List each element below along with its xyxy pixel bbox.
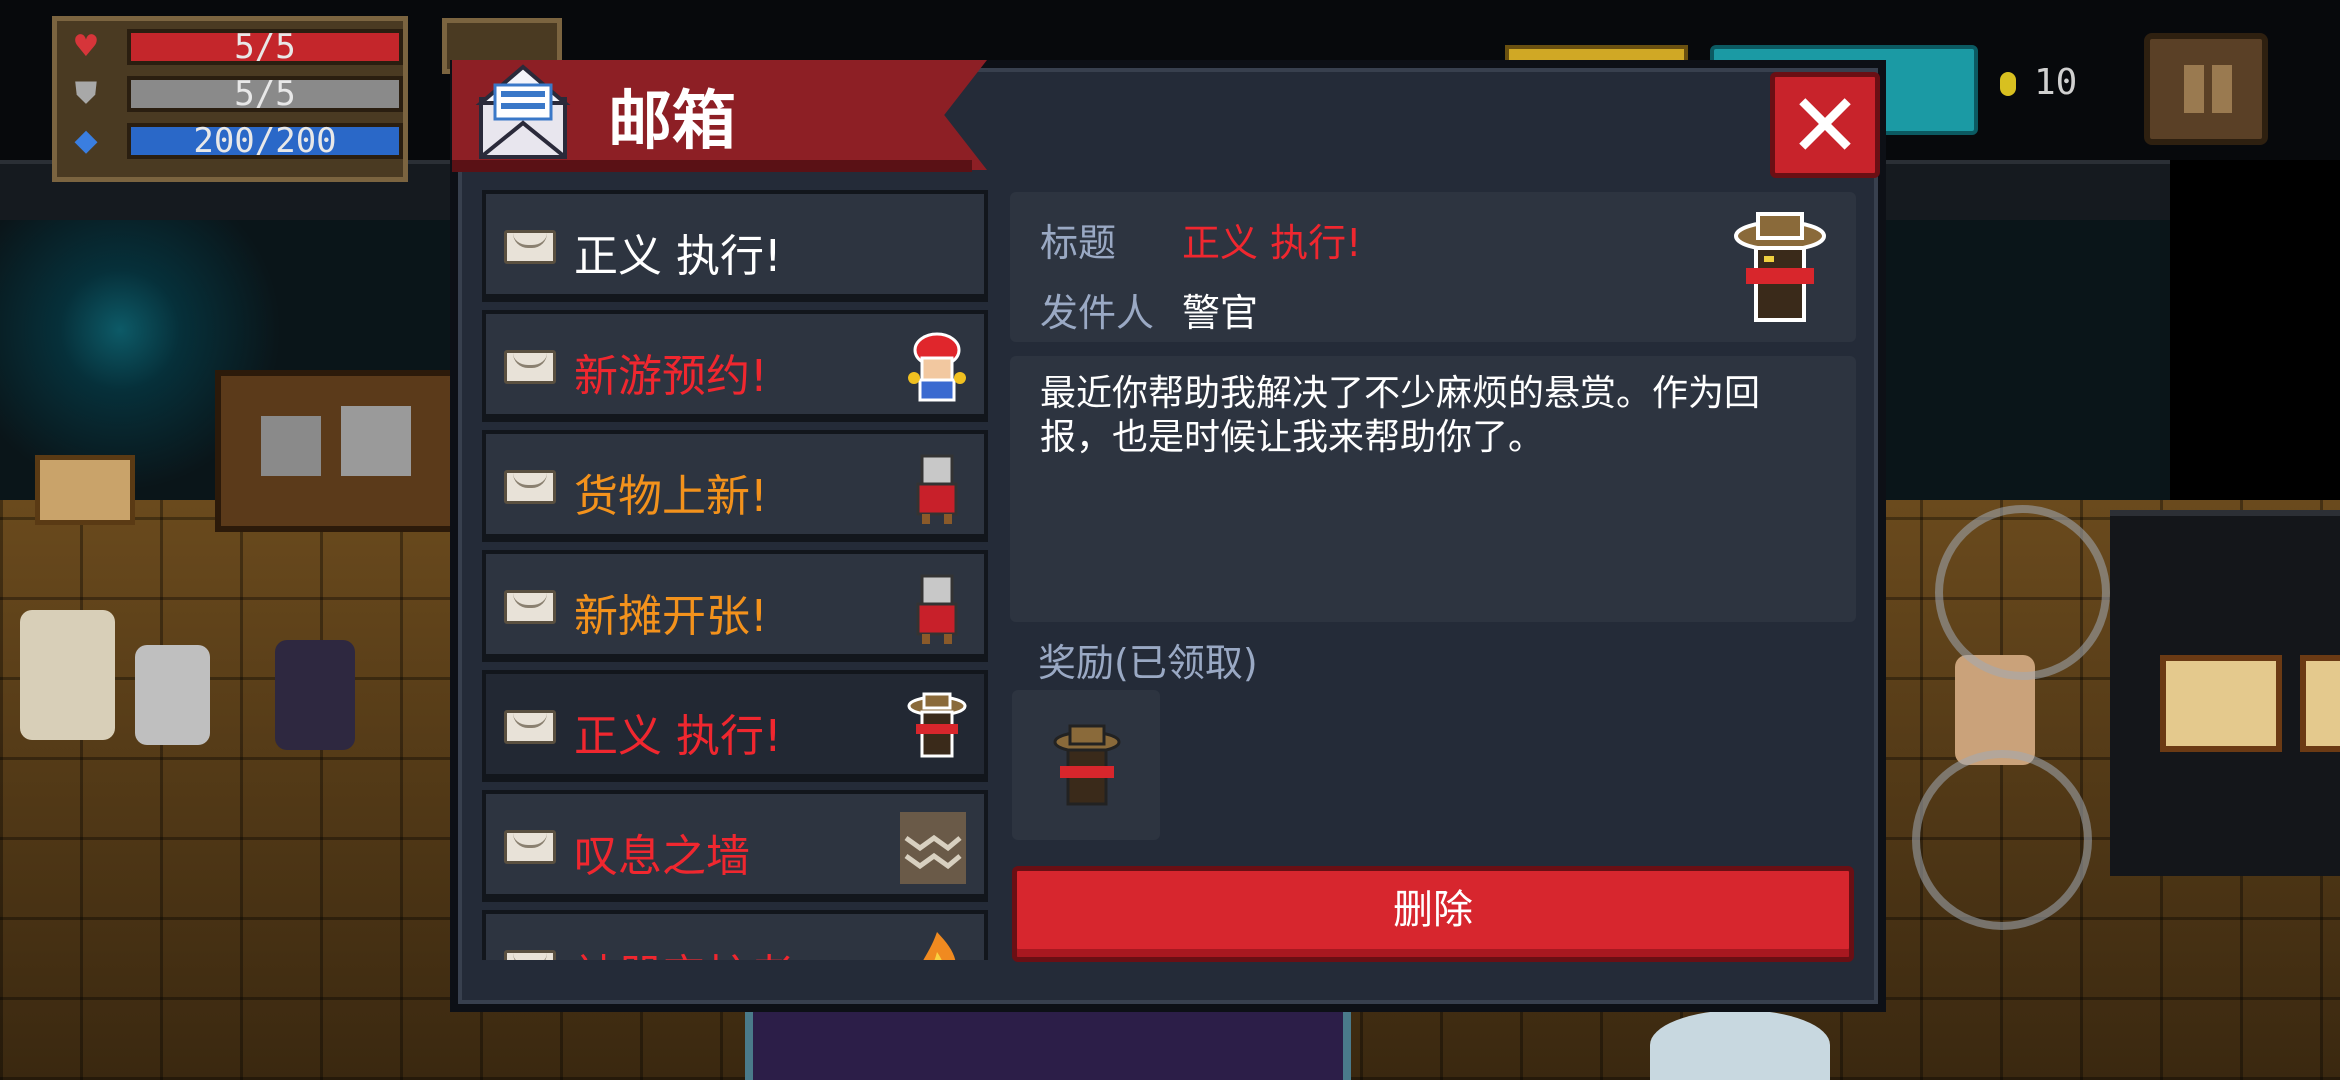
npc-demon xyxy=(275,640,355,750)
npc-ghost xyxy=(1650,1010,1830,1080)
skill-button[interactable] xyxy=(1935,505,2110,680)
mail-list[interactable]: 正义 执行! 新游预约! 货物上新! 新摊开张! 正义 执行! 叹息之墙 xyxy=(482,190,988,960)
close-button[interactable]: ✕ xyxy=(1770,72,1880,178)
pause-icon xyxy=(2212,65,2232,113)
npc-statue xyxy=(135,645,210,745)
sender-label: 发件人 xyxy=(1040,291,1155,335)
delete-button-label: 删除 xyxy=(1393,887,1473,933)
merchant-icon xyxy=(916,454,958,524)
attack-button[interactable] xyxy=(1912,750,2092,930)
notice-board xyxy=(2160,655,2282,752)
mail-item[interactable]: 货物上新! xyxy=(482,430,988,542)
mail-body-text: 最近你帮助我解决了不少麻烦的悬赏。作为回报，也是时候让我来帮助你了。 xyxy=(1040,373,1761,458)
dialog-title: 邮箱 xyxy=(608,85,736,159)
mail-item[interactable]: 新游预约! xyxy=(482,310,988,422)
armor-bar: 5/5 xyxy=(127,76,403,112)
reward-label: 奖励(已领取) xyxy=(1038,641,1258,685)
mail-title: 正义 执行! xyxy=(574,231,782,282)
envelope-icon xyxy=(504,590,556,624)
npc-priest xyxy=(20,610,115,740)
envelope-icon xyxy=(504,230,556,264)
heart-icon: ♥ xyxy=(72,29,100,64)
mail-item[interactable]: 正义 执行! xyxy=(482,190,988,302)
energy-bar: 200/200 xyxy=(127,123,403,159)
title-value: 正义 执行! xyxy=(1182,221,1362,265)
sheriff-avatar-icon xyxy=(1734,212,1826,322)
envelope-icon xyxy=(504,830,556,864)
mail-title: 神器守护者 xyxy=(574,940,794,960)
mail-envelope-icon xyxy=(475,64,571,159)
mail-title: 叹息之墙 xyxy=(574,831,750,882)
mail-item-selected[interactable]: 正义 执行! xyxy=(482,670,988,782)
sheriff-icon xyxy=(907,692,967,758)
red-hat-kid-icon xyxy=(908,332,966,402)
pause-icon xyxy=(2184,65,2204,113)
bounty-desk xyxy=(215,370,467,532)
energy-row: ◆ 200/200 xyxy=(65,123,405,159)
notice-paper xyxy=(261,416,321,476)
carpet xyxy=(745,1000,1351,1080)
title-label: 标题 xyxy=(1040,221,1117,265)
sheriff-reward-icon xyxy=(1053,724,1121,806)
coin-value: 10 xyxy=(2034,62,2078,103)
envelope-icon xyxy=(504,470,556,504)
mail-title: 新游预约! xyxy=(574,351,768,402)
armor-row: ⛊ 5/5 xyxy=(65,76,405,112)
envelope-icon xyxy=(504,950,556,960)
pause-button[interactable] xyxy=(2144,33,2268,145)
close-icon: ✕ xyxy=(1788,74,1862,177)
wall-icon xyxy=(900,812,966,884)
shield-icon: ⛊ xyxy=(74,76,98,111)
envelope-icon xyxy=(504,350,556,384)
merchant-icon xyxy=(916,574,958,644)
health-bar: 5/5 xyxy=(127,29,403,65)
health-row: ♥ 5/5 xyxy=(65,29,405,65)
energy-diamond-icon: ◆ xyxy=(74,123,98,158)
fire-icon xyxy=(923,932,956,960)
mail-title: 新摊开张! xyxy=(574,591,768,642)
wooden-sign xyxy=(35,455,135,525)
mail-title: 货物上新! xyxy=(574,471,768,522)
coin-icon xyxy=(2000,72,2016,96)
notice-paper xyxy=(341,406,411,476)
notice-board xyxy=(2300,655,2340,752)
sender-value: 警官 xyxy=(1182,291,1259,335)
player-stats-panel: ♥ 5/5 ⛊ 5/5 ◆ 200/200 xyxy=(52,16,408,182)
mail-item[interactable]: 神器守护者 xyxy=(482,910,988,960)
mail-item[interactable]: 叹息之墙 xyxy=(482,790,988,902)
envelope-icon xyxy=(504,710,556,744)
reward-slot[interactable] xyxy=(1012,690,1160,840)
mail-item[interactable]: 新摊开张! xyxy=(482,550,988,662)
delete-button[interactable]: 删除 xyxy=(1012,866,1854,962)
mail-title: 正义 执行! xyxy=(574,711,782,762)
